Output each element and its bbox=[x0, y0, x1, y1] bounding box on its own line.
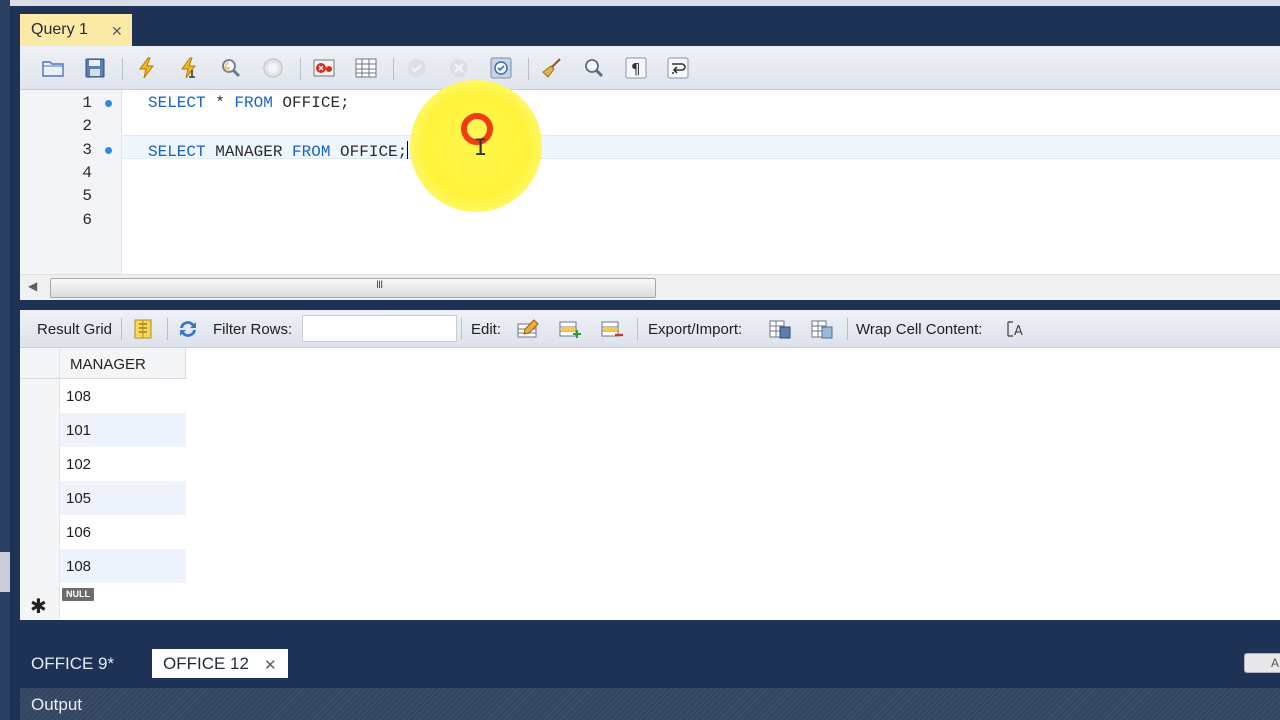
ibeam-cursor-icon: I bbox=[474, 136, 488, 161]
stop-icon[interactable] bbox=[261, 56, 285, 80]
toolbar-separator bbox=[121, 318, 122, 340]
statement-marker-icon bbox=[105, 100, 112, 107]
svg-text:A: A bbox=[1014, 324, 1023, 339]
table-row[interactable]: 106 bbox=[60, 515, 186, 549]
toolbar-separator bbox=[122, 58, 123, 80]
table-row[interactable]: 105 bbox=[60, 481, 186, 515]
beautify-broom-icon[interactable] bbox=[540, 56, 564, 80]
new-row-icon: ✱ bbox=[30, 596, 47, 618]
line-number-gutter: 1 2 3 4 5 6 bbox=[20, 90, 122, 274]
scrollbar-grip: III bbox=[376, 279, 383, 291]
grid-corner[interactable] bbox=[20, 348, 60, 379]
edit-label: Edit: bbox=[471, 321, 502, 338]
text-caret bbox=[407, 141, 409, 159]
autocommit-icon[interactable] bbox=[489, 56, 513, 80]
tab-office-12[interactable]: OFFICE 12 ✕ bbox=[152, 649, 288, 678]
column-header-manager[interactable]: MANAGER bbox=[60, 348, 186, 379]
close-icon[interactable]: ✕ bbox=[111, 23, 123, 40]
corner-button[interactable]: A bbox=[1244, 653, 1280, 673]
sql-code-area[interactable]: SELECT * FROM OFFICE; SELECT MANAGER FRO… bbox=[122, 90, 1280, 274]
sql-editor-panel: ¶ 1 2 3 4 5 6 SELECT * FROM OFFICE; SELE… bbox=[20, 46, 1280, 300]
toolbar-separator bbox=[167, 318, 168, 340]
import-icon[interactable] bbox=[810, 318, 834, 340]
toolbar-separator bbox=[637, 318, 638, 340]
scrollbar-thumb[interactable]: III bbox=[50, 278, 656, 298]
panel-splitter[interactable] bbox=[0, 552, 10, 592]
export-icon[interactable] bbox=[768, 318, 792, 340]
invisible-characters-icon[interactable]: ¶ bbox=[624, 56, 648, 80]
insert-row-icon[interactable] bbox=[558, 318, 582, 340]
result-panel: Result Grid Filter Rows: Edit: Export/Im… bbox=[20, 310, 1280, 620]
toolbar-separator bbox=[528, 58, 529, 80]
commit-icon[interactable] bbox=[405, 56, 429, 80]
form-view-icon[interactable] bbox=[131, 318, 155, 340]
stop-on-error-icon[interactable] bbox=[312, 56, 336, 80]
filter-rows-input[interactable] bbox=[302, 315, 457, 342]
row-header-column bbox=[20, 379, 60, 620]
output-label: Output bbox=[31, 695, 83, 714]
toolbar-separator bbox=[300, 58, 301, 80]
svg-text:¶: ¶ bbox=[631, 60, 641, 78]
result-tabs: OFFICE 9* OFFICE 12 ✕ bbox=[20, 646, 1280, 678]
tab-query-1[interactable]: Query 1 ✕ bbox=[20, 14, 132, 46]
refresh-icon[interactable] bbox=[176, 318, 200, 340]
scroll-left-icon[interactable]: ◀ bbox=[28, 279, 37, 293]
code-line-1[interactable]: SELECT * FROM OFFICE; bbox=[148, 94, 350, 112]
output-panel-header[interactable]: Output bbox=[20, 688, 1280, 720]
left-panel-strip bbox=[0, 0, 10, 720]
wrap-cell-content-label: Wrap Cell Content: bbox=[856, 321, 983, 338]
editor-toolbar: ¶ bbox=[20, 46, 1280, 90]
explain-magnifier-icon[interactable] bbox=[219, 56, 243, 80]
tab-office-9[interactable]: OFFICE 9* bbox=[20, 649, 125, 678]
word-wrap-icon[interactable] bbox=[666, 56, 690, 80]
execute-lightning-icon[interactable] bbox=[135, 56, 159, 80]
wrap-cell-icon[interactable]: A bbox=[1004, 318, 1028, 340]
filter-rows-label: Filter Rows: bbox=[213, 321, 293, 338]
toolbar-separator bbox=[847, 318, 848, 340]
toolbar-separator bbox=[393, 58, 394, 80]
code-line-3[interactable]: SELECT MANAGER FROM OFFICE; bbox=[148, 141, 409, 161]
result-grid: MANAGER 108 101 102 105 106 108 NULL ✱ bbox=[20, 348, 1280, 620]
save-icon[interactable] bbox=[83, 56, 107, 80]
null-badge[interactable]: NULL bbox=[62, 588, 94, 601]
tab-office-12-label: OFFICE 12 bbox=[163, 654, 249, 673]
result-grid-button[interactable]: Result Grid bbox=[37, 321, 112, 338]
table-row[interactable]: 108 bbox=[60, 379, 186, 413]
table-row[interactable]: 108 bbox=[60, 549, 186, 583]
edit-row-icon[interactable] bbox=[516, 318, 540, 340]
editor-horizontal-scrollbar[interactable]: ◀ III bbox=[20, 274, 1280, 300]
top-edge bbox=[10, 0, 1280, 6]
toggle-result-grid-icon[interactable] bbox=[354, 56, 378, 80]
tab-query-1-label: Query 1 bbox=[31, 21, 88, 38]
statement-marker-icon bbox=[105, 147, 112, 154]
delete-row-icon[interactable] bbox=[600, 318, 624, 340]
execute-statement-icon[interactable] bbox=[177, 56, 201, 80]
table-row[interactable]: 101 bbox=[60, 413, 186, 447]
table-row[interactable]: 102 bbox=[60, 447, 186, 481]
toolbar-separator bbox=[461, 318, 462, 340]
close-icon[interactable]: ✕ bbox=[264, 656, 277, 674]
rollback-icon[interactable] bbox=[447, 56, 471, 80]
find-magnifier-icon[interactable] bbox=[582, 56, 606, 80]
open-folder-icon[interactable] bbox=[41, 56, 65, 80]
export-import-label: Export/Import: bbox=[648, 321, 743, 338]
result-toolbar: Result Grid Filter Rows: Edit: Export/Im… bbox=[20, 310, 1280, 348]
